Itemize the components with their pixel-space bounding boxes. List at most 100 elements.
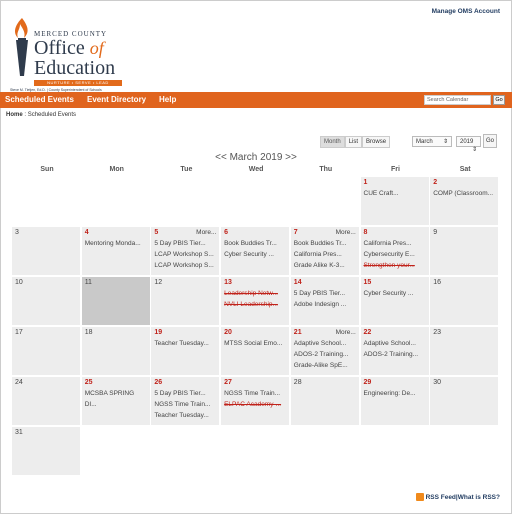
manage-account-link[interactable]: Manage OMS Account bbox=[432, 8, 500, 15]
event-link[interactable]: California Pres... bbox=[364, 240, 412, 247]
event-link[interactable]: Strengthen your... bbox=[364, 262, 415, 269]
event-link[interactable]: 5 Day PBIS Tier... bbox=[154, 240, 205, 247]
nav-event-directory[interactable]: Event Directory bbox=[87, 95, 146, 104]
event-link[interactable]: Book Buddies Tr... bbox=[224, 240, 277, 247]
event-link[interactable]: ELPAC Academy-... bbox=[224, 401, 281, 408]
day-number[interactable]: 20 bbox=[224, 329, 232, 336]
calendar-day-cell[interactable]: 27 NGSS Time Train... ELPAC Academy-... bbox=[221, 377, 290, 425]
event-link[interactable]: Teacher Tuesday... bbox=[154, 412, 208, 419]
day-number[interactable]: 21 bbox=[294, 329, 302, 336]
event-link[interactable]: ADOS-2 Training... bbox=[364, 351, 419, 358]
calendar-day-cell[interactable]: 13 Leadership Netw... NVLI Leadership... bbox=[221, 277, 290, 325]
calendar-day-cell[interactable]: 6 Book Buddies Tr... Cyber Security ... bbox=[221, 227, 290, 275]
day-number[interactable]: 29 bbox=[364, 379, 372, 386]
calendar-day-cell[interactable]: 29 Engineering: De... bbox=[360, 377, 429, 425]
event-link[interactable]: Grade Alike K-3... bbox=[294, 262, 345, 269]
event-link[interactable]: Cyber Security ... bbox=[364, 290, 414, 297]
calendar-day-cell[interactable]: 15 Cyber Security ... bbox=[360, 277, 429, 325]
event-link[interactable]: NGSS Time Train... bbox=[224, 390, 280, 397]
event-link[interactable]: Teacher Tuesday... bbox=[154, 340, 208, 347]
event-link[interactable]: LCAP Workshop S... bbox=[154, 262, 213, 269]
more-events-link[interactable]: More... bbox=[336, 329, 356, 336]
calendar-day-cell[interactable]: 22 Adaptive School... ADOS-2 Training... bbox=[360, 327, 429, 375]
tab-list[interactable]: List bbox=[344, 136, 363, 148]
more-events-link[interactable]: More... bbox=[196, 229, 216, 236]
calendar-day-cell[interactable]: 23 bbox=[430, 327, 499, 375]
day-number[interactable]: 6 bbox=[224, 229, 228, 236]
day-number[interactable]: 7 bbox=[294, 229, 298, 236]
day-number[interactable]: 13 bbox=[224, 279, 232, 286]
calendar-day-cell[interactable]: 30 bbox=[430, 377, 499, 425]
calendar-day-cell[interactable]: 17 bbox=[12, 327, 80, 375]
event-link[interactable]: Adaptive School... bbox=[294, 340, 346, 347]
search-go-button[interactable]: Go bbox=[493, 95, 505, 105]
event-link[interactable]: Cybersecurity E... bbox=[364, 251, 415, 258]
calendar-day-cell[interactable]: 16 bbox=[430, 277, 499, 325]
day-number[interactable]: 25 bbox=[85, 379, 93, 386]
day-number[interactable]: 27 bbox=[224, 379, 232, 386]
day-number[interactable]: 22 bbox=[364, 329, 372, 336]
calendar-day-cell[interactable]: 21 More... Adaptive School... ADOS-2 Traini… bbox=[290, 327, 359, 375]
event-link[interactable]: Cyber Security ... bbox=[224, 251, 274, 258]
breadcrumb-home[interactable]: Home bbox=[6, 112, 23, 118]
event-link[interactable]: MTSS Social Emo... bbox=[224, 340, 282, 347]
mcoe-logo[interactable]: MERCED COUNTY Office of Education NURTUR… bbox=[6, 16, 126, 92]
event-link[interactable]: 5 Day PBIS Tier... bbox=[154, 390, 205, 397]
day-number[interactable]: 15 bbox=[364, 279, 372, 286]
event-link[interactable]: NVLI Leadership... bbox=[224, 301, 278, 308]
event-link[interactable]: 5 Day PBIS Tier... bbox=[294, 290, 345, 297]
event-link[interactable]: Adobe Indesign ... bbox=[294, 301, 346, 308]
event-link[interactable]: MCSBA SPRING bbox=[85, 390, 134, 397]
event-link[interactable]: DI... bbox=[85, 401, 97, 408]
day-number[interactable]: 8 bbox=[364, 229, 368, 236]
rss-icon[interactable] bbox=[415, 493, 424, 501]
day-number[interactable]: 26 bbox=[154, 379, 162, 386]
calendar-day-cell[interactable]: 19 Teacher Tuesday... bbox=[151, 327, 220, 375]
event-link[interactable]: Adaptive School... bbox=[364, 340, 416, 347]
event-link[interactable]: ADOS-2 Training... bbox=[294, 351, 349, 358]
day-number[interactable]: 14 bbox=[294, 279, 302, 286]
calendar-title[interactable]: << March 2019 >> bbox=[0, 152, 512, 163]
month-select[interactable]: March ⇕ bbox=[412, 136, 452, 147]
calendar-day-cell[interactable]: 31 bbox=[12, 427, 80, 475]
rss-feed-link[interactable]: RSS Feed bbox=[426, 494, 456, 501]
event-link[interactable]: NGSS Time Train... bbox=[154, 401, 210, 408]
calendar-day-cell[interactable]: 1 CUE Craft... bbox=[360, 177, 429, 225]
nav-scheduled-events[interactable]: Scheduled Events bbox=[5, 95, 74, 104]
day-number[interactable]: 1 bbox=[364, 179, 368, 186]
nav-help[interactable]: Help bbox=[159, 95, 176, 104]
more-events-link[interactable]: More... bbox=[336, 229, 356, 236]
calendar-day-cell[interactable]: 7 More... Book Buddies Tr... California Pre… bbox=[290, 227, 359, 275]
event-link[interactable]: COMP (Classroom... bbox=[433, 190, 493, 197]
calendar-day-cell[interactable]: 26 5 Day PBIS Tier... NGSS Time Train... Te… bbox=[151, 377, 220, 425]
day-number[interactable]: 4 bbox=[85, 229, 89, 236]
calendar-day-cell[interactable]: 18 bbox=[81, 327, 150, 375]
calendar-day-cell[interactable]: 11 bbox=[81, 277, 150, 325]
calendar-day-cell[interactable]: 4 Mentoring Monda... bbox=[81, 227, 150, 275]
calendar-day-cell[interactable]: 2 COMP (Classroom... bbox=[430, 177, 499, 225]
event-link[interactable]: CUE Craft... bbox=[364, 190, 399, 197]
date-go-button[interactable]: Go bbox=[483, 134, 497, 148]
calendar-day-cell[interactable]: 10 bbox=[12, 277, 80, 325]
day-number[interactable]: 2 bbox=[433, 179, 437, 186]
event-link[interactable]: Book Buddies Tr... bbox=[294, 240, 347, 247]
what-is-rss-link[interactable]: What is RSS? bbox=[458, 494, 500, 501]
event-link[interactable]: Mentoring Monda... bbox=[85, 240, 141, 247]
event-link[interactable]: Grade-Alike SpE... bbox=[294, 362, 348, 369]
calendar-day-cell[interactable]: 3 bbox=[12, 227, 80, 275]
event-link[interactable]: Leadership Netw... bbox=[224, 290, 278, 297]
day-number[interactable]: 5 bbox=[154, 229, 158, 236]
calendar-day-cell[interactable]: 9 bbox=[430, 227, 499, 275]
calendar-day-cell[interactable]: 20 MTSS Social Emo... bbox=[221, 327, 290, 375]
calendar-day-cell[interactable]: 12 bbox=[151, 277, 220, 325]
day-number[interactable]: 19 bbox=[154, 329, 162, 336]
calendar-day-cell[interactable]: 14 5 Day PBIS Tier... Adobe Indesign ... bbox=[290, 277, 359, 325]
tab-month[interactable]: Month bbox=[320, 136, 345, 148]
event-link[interactable]: Engineering: De... bbox=[364, 390, 416, 397]
calendar-day-cell[interactable]: 8 California Pres... Cybersecurity E... Str… bbox=[360, 227, 429, 275]
year-select[interactable]: 2019 ⇕ bbox=[456, 136, 481, 153]
tab-browse[interactable]: Browse bbox=[362, 136, 391, 148]
calendar-day-cell[interactable]: 28 bbox=[290, 377, 359, 425]
calendar-day-cell[interactable]: 24 bbox=[12, 377, 80, 425]
calendar-day-cell[interactable]: 5 More... 5 Day PBIS Tier... LCAP Workshop … bbox=[151, 227, 220, 275]
